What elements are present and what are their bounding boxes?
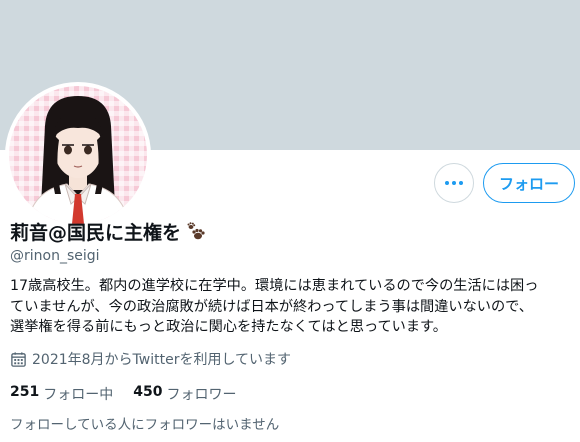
following-count: 251 — [10, 384, 40, 400]
calendar-icon — [11, 351, 26, 367]
follow-button[interactable]: フォロー — [483, 163, 575, 203]
paw-prints-icon — [187, 221, 205, 239]
handle: @rinon_seigi — [10, 248, 100, 264]
joined-date: 2021年8月からTwitterを利用しています — [10, 349, 291, 369]
avatar[interactable] — [5, 82, 151, 228]
followers-you-know: フォローしている人にフォロワーはいません — [10, 417, 280, 433]
following-link[interactable]: 251 フォロー中 — [10, 384, 113, 404]
bio-line: ていませんが、今の政治腐敗が続けば日本が終わってしまう事は間違いないので、 — [10, 298, 533, 315]
more-button[interactable] — [434, 163, 474, 203]
follow-stats: 251 フォロー中 450 フォロワー — [10, 384, 236, 404]
more-horizontal-icon — [445, 181, 463, 185]
avatar-image — [9, 86, 147, 224]
avatar-illustration — [26, 96, 130, 224]
bio-line: 選挙権を得る前にもっと政治に関心を持たなくてはと思っています。 — [10, 319, 447, 335]
followers-count: 450 — [133, 384, 163, 400]
followers-link[interactable]: 450 フォロワー — [133, 384, 236, 404]
following-label: フォロー中 — [43, 387, 114, 403]
joined-text: 2021年8月からTwitterを利用しています — [32, 352, 292, 368]
bio: 17歳高校生。都内の進学校に在学中。環境には恵まれているので今の生活には困っ て… — [10, 276, 570, 338]
display-name-row: 莉音@国民に主権を — [10, 218, 209, 245]
display-name: 莉音@国民に主権を — [10, 222, 182, 244]
followers-label: フォロワー — [166, 387, 237, 403]
bio-line: 17歳高校生。都内の進学校に在学中。環境には恵まれているので今の生活には困っ — [10, 278, 539, 294]
